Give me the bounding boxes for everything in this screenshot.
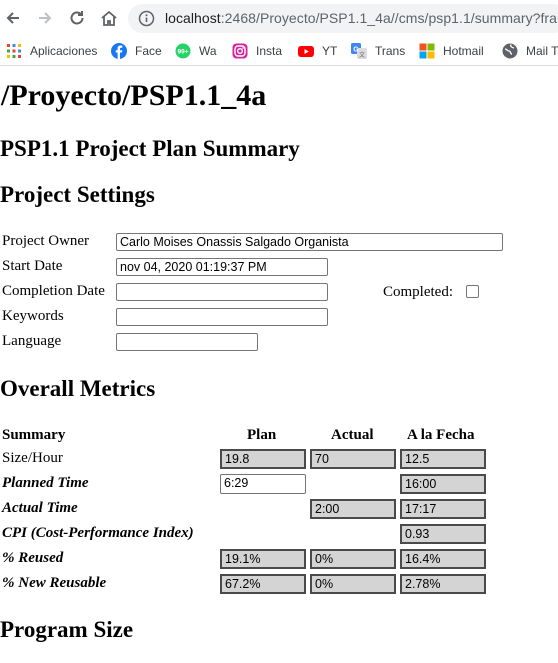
whatsapp-icon: 99+ — [175, 43, 191, 59]
bookmark-label: Aplicaciones — [30, 44, 98, 58]
bookmark-wa[interactable]: 99+ Wa — [175, 42, 217, 60]
language-input[interactable] — [116, 333, 258, 351]
reused-plan-cell: 19.1% — [220, 549, 306, 569]
page-subtitle: PSP1.1 Project Plan Summary — [0, 136, 300, 161]
microsoft-icon — [419, 43, 435, 59]
info-icon[interactable] — [138, 10, 155, 27]
bookmark-label: Trans — [375, 44, 406, 58]
metric-row-label: Actual Time — [2, 500, 78, 516]
facebook-icon — [111, 43, 127, 59]
youtube-icon — [298, 43, 314, 59]
metric-row-label: % New Reusable — [2, 575, 107, 591]
new-reusable-plan-cell: 67.2% — [220, 574, 306, 594]
apps-grid-icon — [6, 43, 22, 59]
bookmark-face[interactable]: Face — [111, 42, 162, 60]
completion-date-label: Completion Date — [2, 283, 105, 299]
reload-icon[interactable] — [67, 8, 87, 28]
bookmark-mail[interactable]: Mail T — [502, 42, 558, 60]
metric-row-label: Size/Hour — [2, 450, 63, 466]
svg-text:99+: 99+ — [177, 49, 188, 56]
start-date-label: Start Date — [2, 258, 63, 274]
project-owner-input[interactable]: Carlo Moises Onassis Salgado Organista — [116, 233, 503, 251]
address-bar[interactable]: localhost:2468/Proyecto/PSP1.1_4a//cms/p… — [128, 4, 558, 33]
globe-icon — [502, 43, 518, 59]
planned-time-plan-input[interactable]: 6:29 — [220, 474, 306, 494]
summary-column-header: Summary — [2, 427, 66, 443]
bookmark-label: Mail T — [526, 44, 558, 58]
new-reusable-to-date-cell: 2.78% — [400, 574, 486, 594]
completed-label: Completed: — [383, 284, 453, 300]
keywords-label: Keywords — [2, 308, 64, 324]
actual-time-to-date-cell: 17:17 — [400, 499, 486, 519]
page-title: /Proyecto/PSP1.1_4a — [1, 79, 267, 112]
url-host: localhost — [165, 10, 221, 26]
size-hour-plan-cell: 19.8 — [220, 449, 306, 469]
back-arrow-icon[interactable] — [3, 8, 23, 28]
bookmark-trans[interactable]: G文 Trans — [351, 42, 405, 60]
bookmarks-bar: Aplicaciones Face 99+ Wa Insta YT G文 Tra… — [0, 37, 558, 66]
bookmark-label: Wa — [199, 44, 217, 58]
bookmark-label: Hotmail — [443, 44, 484, 58]
to-date-column-header: A la Fecha — [407, 427, 475, 443]
actual-column-header: Actual — [331, 427, 374, 443]
svg-text:文: 文 — [359, 51, 365, 59]
metric-row-label: Planned Time — [2, 475, 89, 491]
start-date-input[interactable]: nov 04, 2020 01:19:37 PM — [116, 258, 328, 276]
reused-actual-cell: 0% — [310, 549, 396, 569]
language-label: Language — [2, 333, 62, 349]
translate-icon: G文 — [351, 43, 367, 59]
bookmark-hotmail[interactable]: Hotmail — [419, 42, 484, 60]
bookmark-insta[interactable]: Insta — [232, 42, 282, 60]
browser-toolbar: localhost:2468/Proyecto/PSP1.1_4a//cms/p… — [0, 0, 558, 37]
bookmark-label: YT — [322, 44, 338, 58]
completed-checkbox[interactable] — [466, 285, 479, 298]
size-hour-to-date-cell: 12.5 — [400, 449, 486, 469]
metric-row-label: CPI (Cost-Performance Index) — [2, 525, 194, 541]
actual-time-actual-cell: 2:00 — [310, 499, 396, 519]
plan-column-header: Plan — [247, 427, 277, 443]
url-path: :2468/Proyecto/PSP1.1_4a//cms/psp1.1/sum… — [220, 10, 558, 26]
cpi-to-date-cell: 0.93 — [400, 524, 486, 544]
bookmark-yt[interactable]: YT — [298, 42, 337, 60]
instagram-icon — [232, 43, 248, 59]
size-hour-actual-cell: 70 — [310, 449, 396, 469]
bookmark-aplicaciones[interactable]: Aplicaciones — [6, 42, 97, 60]
reused-to-date-cell: 16.4% — [400, 549, 486, 569]
planned-time-to-date-cell: 16:00 — [400, 474, 486, 494]
keywords-input[interactable] — [116, 308, 328, 326]
overall-metrics-heading: Overall Metrics — [0, 376, 156, 401]
home-icon[interactable] — [99, 8, 119, 28]
metric-row-label: % Reused — [2, 550, 64, 566]
bookmark-label: Insta — [256, 44, 283, 58]
project-owner-label: Project Owner — [2, 233, 90, 249]
completion-date-input[interactable] — [116, 283, 328, 301]
bookmark-label: Face — [135, 44, 162, 58]
new-reusable-actual-cell: 0% — [310, 574, 396, 594]
project-settings-heading: Project Settings — [0, 182, 155, 207]
forward-arrow-icon[interactable] — [35, 8, 55, 28]
url-text: localhost:2468/Proyecto/PSP1.1_4a//cms/p… — [165, 10, 558, 26]
program-size-heading: Program Size — [0, 617, 134, 642]
